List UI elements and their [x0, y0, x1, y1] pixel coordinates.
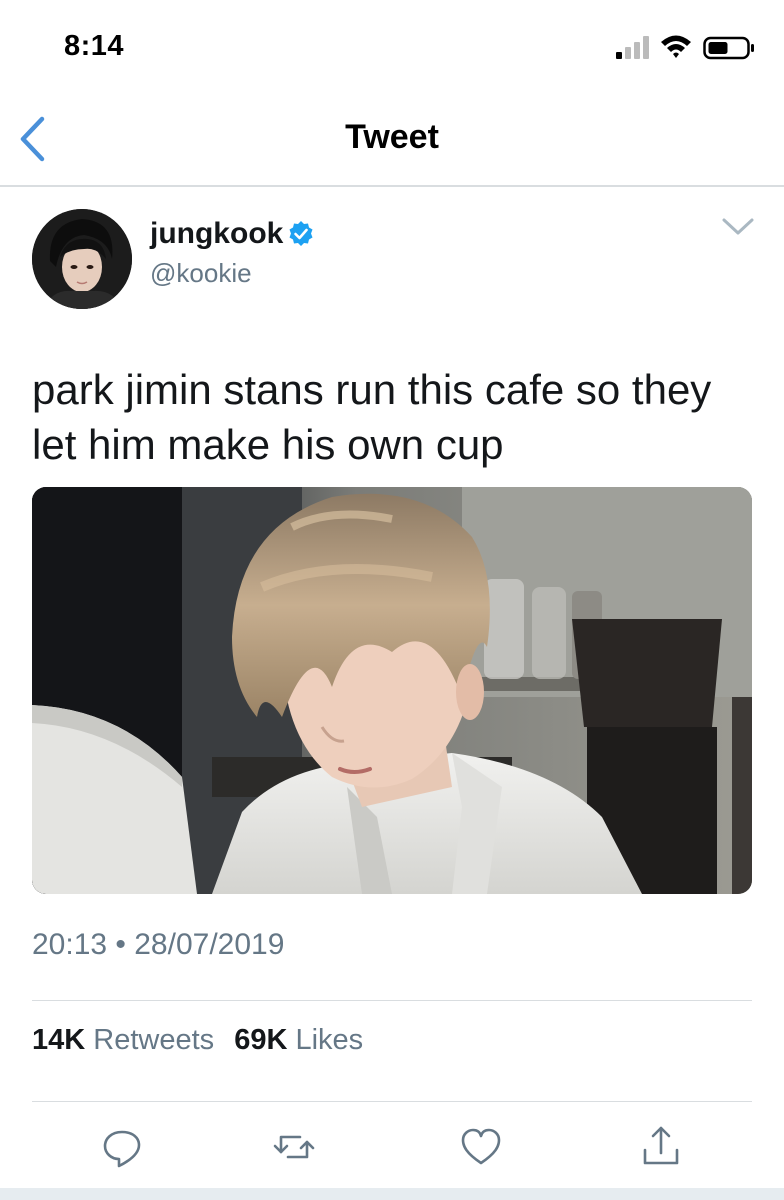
author-row[interactable]: jungkook [150, 214, 315, 254]
retweet-icon[interactable] [269, 1122, 319, 1172]
tweet-stats: 14K Retweets 69K Likes [32, 1024, 375, 1057]
verified-badge-icon [289, 221, 313, 246]
author-handle[interactable]: @kookie [150, 258, 252, 289]
wifi-icon [661, 35, 691, 58]
signal-icon [616, 36, 649, 59]
likes-count: 69K [234, 1024, 288, 1056]
avatar[interactable] [32, 209, 132, 309]
retweets-count: 14K [32, 1024, 86, 1056]
bottom-strip [0, 1188, 784, 1200]
status-time: 8:14 [64, 30, 125, 62]
share-icon[interactable] [636, 1122, 686, 1172]
nav-bar: Tweet [0, 90, 784, 187]
tweet-text: park jimin stans run this cafe so they l… [32, 366, 712, 468]
tweet-timestamp: 20:13 • 28/07/2019 [32, 928, 285, 961]
page-title: Tweet [345, 118, 439, 156]
media-photo [32, 487, 752, 894]
battery-icon [703, 36, 754, 60]
chevron-down-icon[interactable] [718, 212, 758, 242]
divider [32, 1101, 752, 1102]
retweets-stat[interactable]: 14K Retweets [32, 1024, 214, 1057]
reply-icon[interactable] [97, 1122, 147, 1172]
divider [32, 1000, 752, 1001]
likes-stat[interactable]: 69K Likes [234, 1024, 363, 1057]
avatar-image [32, 209, 132, 309]
like-icon[interactable] [456, 1122, 506, 1172]
status-bar: 8:14 [0, 0, 784, 90]
likes-label: Likes [295, 1024, 364, 1056]
tweet-media-image[interactable] [32, 487, 752, 894]
retweets-label: Retweets [93, 1024, 215, 1056]
author-name[interactable]: jungkook [150, 217, 283, 251]
